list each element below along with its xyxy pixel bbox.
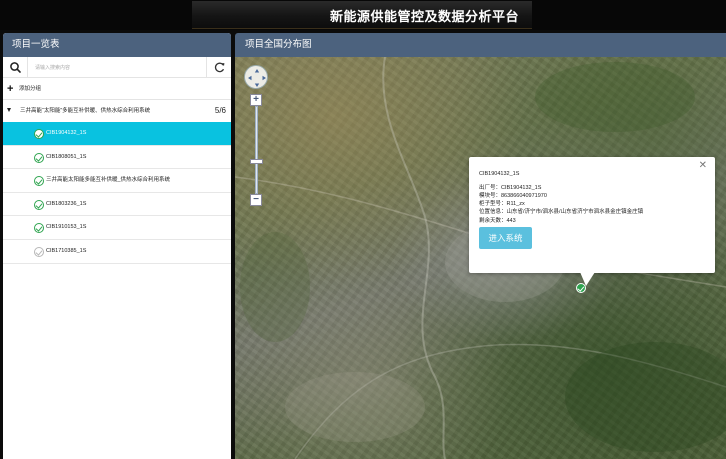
project-item[interactable]: 三井高能太阳能多能互补供暖_供热水综合利用系统 (3, 169, 231, 193)
search-icon (10, 62, 21, 73)
project-item-label: CIB1910153_1S (46, 224, 87, 231)
check-circle-icon (34, 223, 44, 234)
zoom-in-button[interactable]: + (250, 94, 262, 106)
check-circle-icon (34, 176, 44, 187)
group-label: 三井高能“太阳能”多能互补供暖、供热水综合利用系统 (20, 108, 151, 114)
project-item[interactable]: CIB1904132_1S (3, 122, 231, 146)
map-panel-title: 项目全国分布图 (235, 33, 726, 57)
search-input[interactable] (29, 59, 204, 76)
zoom-out-button[interactable]: − (250, 194, 262, 206)
popup-line-serial: 出厂号：CIB1904132_1S (479, 185, 542, 191)
add-group-button[interactable]: + 添加分组 (3, 78, 231, 100)
pan-arrows-icon[interactable] (244, 65, 268, 89)
popup-line-model: 柜子型号：R11_zx (479, 201, 525, 207)
zoom-slider-track[interactable] (255, 106, 258, 194)
satellite-map[interactable]: + − ✕ CIB1904132_1S 出厂号：CIB1904132_1S 模块… (235, 57, 726, 459)
search-button[interactable] (3, 57, 28, 78)
project-item-label: CIB1710385_1S (46, 247, 87, 254)
project-item[interactable]: CIB1710385_1S (3, 240, 231, 264)
project-item[interactable]: CIB1803236_1S (3, 193, 231, 217)
check-circle-icon (34, 246, 44, 257)
app-title: 新能源供能管控及数据分析平台 (330, 9, 520, 24)
map-panel: 项目全国分布图 + − ✕ CIB1904132_1S 出厂号：CIB19041… (235, 33, 726, 459)
search-bar (3, 57, 231, 78)
refresh-icon (214, 62, 225, 73)
add-group-label: 添加分组 (19, 86, 42, 92)
zoom-slider-handle[interactable] (250, 159, 263, 164)
check-circle-icon (34, 199, 44, 210)
refresh-button[interactable] (206, 57, 231, 78)
project-list-panel: 项目一览表 + 添加分组 三井高能“太阳能”多能互补供暖、供热水综合利用系统 5… (3, 33, 231, 459)
project-item-label: CIB1904132_1S (46, 130, 87, 136)
project-info-popup: ✕ CIB1904132_1S 出厂号：CIB1904132_1S 模块号：86… (469, 157, 715, 273)
panel-divider (231, 33, 234, 459)
project-list-title: 项目一览表 (3, 33, 231, 57)
popup-line-days: 剩余天数：443 (479, 218, 516, 224)
popup-line-location: 位置信息：山东省/济宁市/泗水县/山东省济宁市泗水县金庄镇金庄镇 (479, 209, 644, 215)
check-circle-icon (34, 152, 44, 163)
group-count: 5/6 (214, 106, 226, 115)
popup-title: CIB1904132_1S (479, 171, 520, 177)
top-bar: 新能源供能管控及数据分析平台 (0, 0, 726, 30)
plus-icon: + (7, 83, 14, 95)
close-icon[interactable]: ✕ (699, 160, 707, 171)
caret-down-icon[interactable] (7, 108, 11, 112)
popup-line-module: 模块号：863866040971970 (479, 193, 547, 199)
project-item-label: 三井高能太阳能多能互补供暖_供热水综合利用系统 (46, 177, 171, 184)
map-marker-icon[interactable] (576, 283, 586, 293)
check-circle-icon (34, 129, 44, 139)
project-group[interactable]: 三井高能“太阳能”多能互补供暖、供热水综合利用系统 5/6 (3, 100, 231, 122)
enter-system-button[interactable]: 进入系统 (479, 227, 532, 249)
project-item[interactable]: CIB1910153_1S (3, 216, 231, 240)
project-item[interactable]: CIB1808051_1S (3, 146, 231, 170)
project-item-label: CIB1803236_1S (46, 200, 87, 207)
project-item-label: CIB1808051_1S (46, 153, 87, 160)
